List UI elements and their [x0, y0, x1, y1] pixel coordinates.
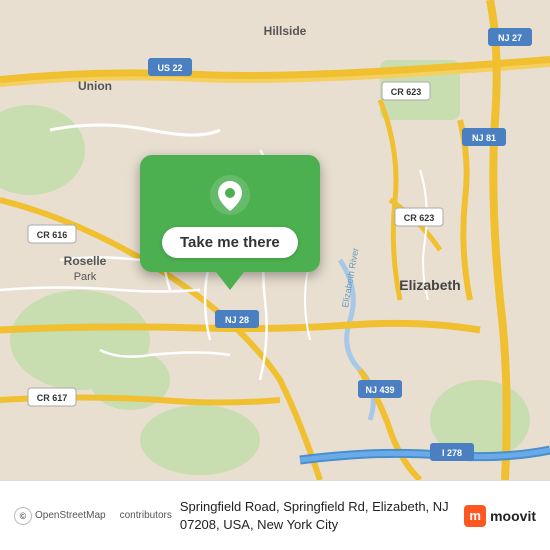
- svg-text:Hillside: Hillside: [264, 24, 307, 38]
- svg-text:CR 623: CR 623: [404, 213, 435, 223]
- take-me-there-button[interactable]: Take me there: [162, 227, 298, 258]
- bottom-bar: © OpenStreetMap contributors Springfield…: [0, 480, 550, 550]
- svg-text:CR 616: CR 616: [37, 230, 68, 240]
- svg-text:NJ 28: NJ 28: [225, 315, 249, 325]
- svg-text:NJ 27: NJ 27: [498, 33, 522, 43]
- svg-text:NJ 439: NJ 439: [365, 385, 394, 395]
- svg-text:NJ 81: NJ 81: [472, 133, 496, 143]
- osm-circle-icon: ©: [14, 507, 32, 525]
- svg-text:US 22: US 22: [157, 63, 182, 73]
- osm-logo: © OpenStreetMap: [14, 507, 106, 525]
- svg-text:Union: Union: [78, 79, 112, 93]
- map-container: US 22 NJ 27 NJ 81 CR 623 CR 623 NJ 28 CR…: [0, 0, 550, 480]
- svg-text:I 278: I 278: [442, 448, 462, 458]
- svg-text:Elizabeth: Elizabeth: [399, 277, 460, 293]
- osm-label: OpenStreetMap: [35, 510, 106, 521]
- callout-arrow: [216, 272, 244, 290]
- contributors-label: contributors: [120, 510, 172, 521]
- address-text: Springfield Road, Springfield Rd, Elizab…: [180, 498, 456, 533]
- location-pin-icon: [208, 173, 252, 217]
- svg-text:CR 623: CR 623: [391, 87, 422, 97]
- svg-text:CR 617: CR 617: [37, 393, 68, 403]
- map-callout: Take me there: [140, 155, 320, 290]
- svg-text:Roselle: Roselle: [64, 254, 107, 268]
- moovit-logo: m moovit: [464, 505, 536, 527]
- moovit-icon: m: [464, 505, 486, 527]
- callout-box: Take me there: [140, 155, 320, 272]
- svg-text:Park: Park: [74, 271, 97, 283]
- moovit-label: moovit: [490, 508, 536, 524]
